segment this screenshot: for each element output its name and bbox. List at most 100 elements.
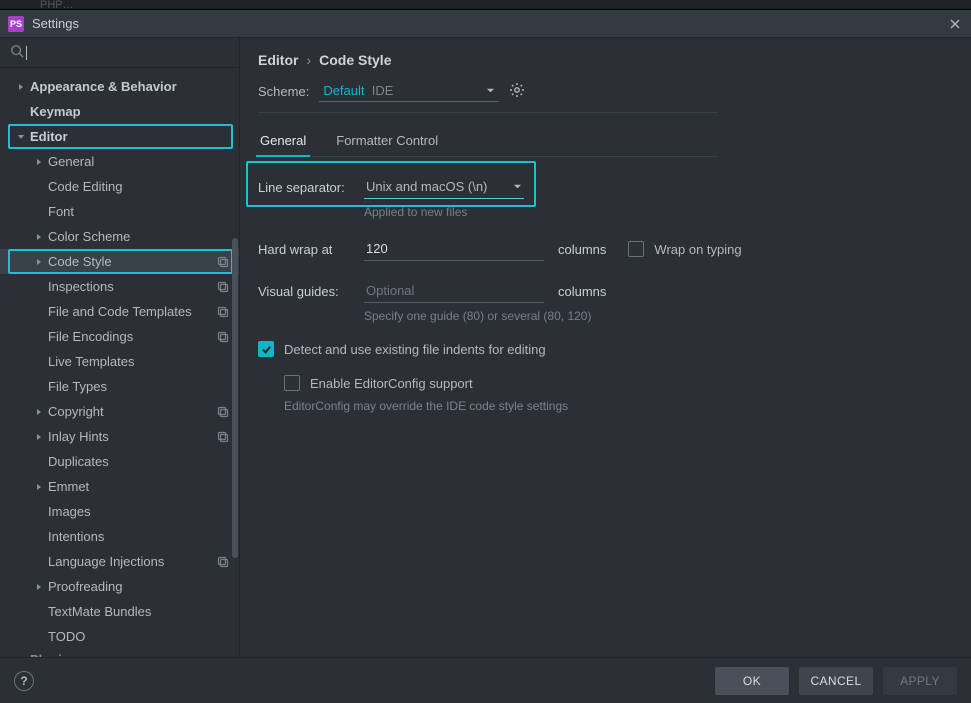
chevron-right-icon	[34, 407, 44, 417]
tree-item-label: Appearance & Behavior	[30, 79, 229, 94]
enable-editorconfig-checkbox[interactable]: Enable EditorConfig support	[284, 375, 949, 391]
breadcrumb-separator-icon: ›	[306, 52, 311, 68]
search-icon	[10, 44, 24, 61]
apply-button[interactable]: APPLY	[883, 667, 957, 695]
arrow-spacer	[34, 457, 44, 467]
detect-indents-checkbox[interactable]: Detect and use existing file indents for…	[258, 341, 949, 357]
tree-item-appearance-behavior[interactable]: Appearance & Behavior	[0, 74, 239, 99]
tree-item-inlay-hints[interactable]: Inlay Hints	[0, 424, 239, 449]
tab-formatter-control[interactable]: Formatter Control	[334, 127, 440, 156]
scope-badge-icon	[217, 556, 229, 568]
line-separator-label: Line separator:	[258, 180, 350, 195]
tree-item-font[interactable]: Font	[0, 199, 239, 224]
tree-item-textmate-bundles[interactable]: TextMate Bundles	[0, 599, 239, 624]
tree-item-live-templates[interactable]: Live Templates	[0, 349, 239, 374]
visual-guides-label: Visual guides:	[258, 284, 350, 299]
help-button[interactable]: ?	[14, 671, 34, 691]
tree-item-copyright[interactable]: Copyright	[0, 399, 239, 424]
tree-item-plugins[interactable]: Plugins	[0, 649, 239, 657]
tree-item-images[interactable]: Images	[0, 499, 239, 524]
divider	[258, 112, 718, 113]
tree-item-language-injections[interactable]: Language Injections	[0, 549, 239, 574]
editorconfig-hint: EditorConfig may override the IDE code s…	[284, 399, 949, 413]
line-separator-select[interactable]: Unix and macOS (\n)	[364, 175, 524, 199]
arrow-spacer	[34, 182, 44, 192]
tree-item-color-scheme[interactable]: Color Scheme	[0, 224, 239, 249]
scope-badge-icon	[217, 406, 229, 418]
line-separator-hint: Applied to new files	[364, 205, 949, 219]
visual-guides-input[interactable]	[364, 279, 544, 303]
tree-item-label: Emmet	[48, 479, 229, 494]
tree-item-label: Images	[48, 504, 229, 519]
tree-item-proofreading[interactable]: Proofreading	[0, 574, 239, 599]
tree-item-file-and-code-templates[interactable]: File and Code Templates	[0, 299, 239, 324]
tree-item-emmet[interactable]: Emmet	[0, 474, 239, 499]
settings-tree[interactable]: Appearance & Behavior KeymapEditorGeneral…	[0, 68, 239, 657]
arrow-spacer	[34, 607, 44, 617]
ok-button[interactable]: OK	[715, 667, 789, 695]
arrow-spacer	[16, 654, 26, 657]
checkbox-box	[284, 375, 300, 391]
scope-badge-icon	[217, 281, 229, 293]
breadcrumb-parent[interactable]: Editor	[258, 52, 298, 68]
arrow-spacer	[34, 307, 44, 317]
close-button[interactable]	[947, 16, 963, 32]
tree-item-label: Code Editing	[48, 179, 229, 194]
chevron-down-icon	[513, 179, 522, 194]
tree-item-code-style[interactable]: Code Style	[0, 249, 239, 274]
scheme-value: Default	[323, 83, 364, 98]
scheme-gear-button[interactable]	[509, 82, 525, 101]
app-icon: PS	[8, 16, 24, 32]
arrow-spacer	[34, 357, 44, 367]
tree-item-label: Proofreading	[48, 579, 229, 594]
tree-item-label: Inspections	[48, 279, 217, 294]
tree-item-todo[interactable]: TODO	[0, 624, 239, 649]
tree-item-duplicates[interactable]: Duplicates	[0, 449, 239, 474]
line-separator-value: Unix and macOS (\n)	[366, 179, 487, 194]
cancel-button[interactable]: CANCEL	[799, 667, 873, 695]
tree-item-intentions[interactable]: Intentions	[0, 524, 239, 549]
search-input[interactable]	[0, 38, 239, 68]
tree-item-label: Color Scheme	[48, 229, 229, 244]
tree-item-file-encodings[interactable]: File Encodings	[0, 324, 239, 349]
chevron-down-icon	[16, 132, 26, 142]
arrow-spacer	[34, 382, 44, 392]
tree-item-keymap[interactable]: Keymap	[0, 99, 239, 124]
arrow-spacer	[34, 532, 44, 542]
dialog-footer: ? OK CANCEL APPLY	[0, 657, 971, 703]
tab-general[interactable]: General	[258, 127, 308, 156]
tree-item-label: Inlay Hints	[48, 429, 217, 444]
chevron-down-icon	[486, 83, 495, 98]
breadcrumb-current: Code Style	[319, 52, 391, 68]
tree-item-label: Intentions	[48, 529, 229, 544]
hard-wrap-label: Hard wrap at	[258, 242, 350, 257]
search-cursor	[26, 46, 27, 60]
tree-item-general[interactable]: General	[0, 149, 239, 174]
tree-item-label: File Encodings	[48, 329, 217, 344]
tree-scrollbar[interactable]	[232, 238, 238, 558]
tree-item-label: Plugins	[30, 652, 229, 658]
enable-editorconfig-label: Enable EditorConfig support	[310, 376, 473, 391]
tree-item-label: TextMate Bundles	[48, 604, 229, 619]
detect-indents-label: Detect and use existing file indents for…	[284, 342, 546, 357]
scope-badge-icon	[217, 306, 229, 318]
tree-item-editor[interactable]: Editor	[0, 124, 239, 149]
titlebar: PS Settings	[0, 10, 971, 38]
checkbox-box	[628, 241, 644, 257]
window-title: Settings	[32, 16, 947, 31]
tree-item-label: File and Code Templates	[48, 304, 217, 319]
arrow-spacer	[34, 632, 44, 642]
scheme-select[interactable]: Default IDE	[319, 80, 499, 102]
hard-wrap-input[interactable]	[364, 237, 544, 261]
visual-guides-hint: Specify one guide (80) or several (80, 1…	[364, 309, 949, 323]
columns-unit: columns	[558, 242, 606, 257]
breadcrumb: Editor › Code Style	[258, 52, 949, 68]
tree-item-label: Duplicates	[48, 454, 229, 469]
arrow-spacer	[34, 207, 44, 217]
wrap-on-typing-checkbox[interactable]: Wrap on typing	[628, 241, 741, 257]
checkbox-box-checked	[258, 341, 274, 357]
chevron-right-icon	[34, 432, 44, 442]
tree-item-file-types[interactable]: File Types	[0, 374, 239, 399]
tree-item-code-editing[interactable]: Code Editing	[0, 174, 239, 199]
tree-item-inspections[interactable]: Inspections	[0, 274, 239, 299]
